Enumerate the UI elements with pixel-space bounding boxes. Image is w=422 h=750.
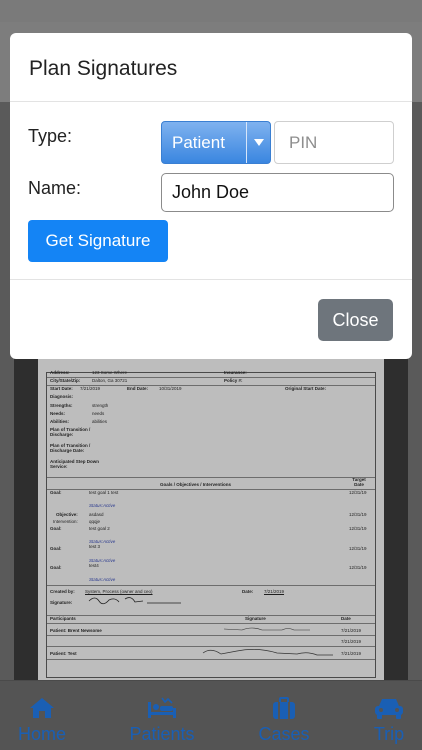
date-header: Date bbox=[341, 616, 351, 621]
patient-bed-icon bbox=[146, 695, 178, 721]
policy-label: Policy #: bbox=[224, 378, 243, 383]
diagnosis-label: Diagnosis: bbox=[50, 394, 74, 399]
goal-text: test goal 1 test bbox=[89, 490, 119, 495]
goal-status: Status:Active bbox=[89, 503, 116, 508]
intervention-text: qqqje bbox=[89, 519, 101, 524]
goal-date: 12/31/19 bbox=[349, 546, 367, 551]
end-date-label: End Date: bbox=[127, 386, 149, 391]
participant-signature-image bbox=[202, 649, 333, 656]
doc-divider bbox=[47, 477, 375, 478]
participant-date: 7/21/2019 bbox=[341, 651, 362, 656]
tab-home-label: Home bbox=[17, 724, 66, 744]
date-value: 7/21/2019 bbox=[264, 589, 285, 594]
type-select-value: Patient bbox=[172, 133, 225, 152]
goal-text: test4 bbox=[89, 563, 99, 568]
abilities-label: Abilities: bbox=[50, 419, 70, 424]
signature-header: Signature bbox=[245, 616, 266, 621]
plan-signatures-modal: Plan Signatures Type: Patient Name: Get … bbox=[10, 33, 412, 359]
strengths-label: Strengths: bbox=[50, 403, 73, 408]
address-value: 123 Some Where bbox=[92, 370, 128, 375]
name-input[interactable] bbox=[161, 173, 394, 212]
goal-label: Goal: bbox=[50, 490, 62, 495]
signature-label: Signature: bbox=[50, 600, 73, 605]
objective-date: 12/31/19 bbox=[349, 512, 367, 517]
participant-name: Patient: Brent Newsome bbox=[50, 628, 102, 633]
objective-text: asdasd bbox=[89, 512, 104, 517]
doc-divider bbox=[47, 635, 375, 636]
goal-date: 12/31/19 bbox=[349, 565, 367, 570]
name-label: Name: bbox=[28, 178, 82, 198]
car-icon bbox=[373, 695, 405, 721]
get-signature-button[interactable]: Get Signature bbox=[28, 220, 168, 262]
tab-cases-label: Cases bbox=[258, 724, 310, 744]
needs-value: needs bbox=[92, 411, 105, 416]
participant-name: Patient: Test bbox=[50, 651, 77, 656]
objective-label: Objective: bbox=[56, 512, 78, 517]
plan-document: Address: 123 Some Where Insurance: City/… bbox=[46, 370, 376, 678]
goal-date: 12/31/19 bbox=[349, 490, 367, 495]
close-button[interactable]: Close bbox=[318, 299, 393, 341]
status-bar bbox=[0, 0, 422, 22]
doc-divider bbox=[47, 659, 375, 660]
tab-cases[interactable]: Cases bbox=[254, 681, 314, 750]
creator-signature-image bbox=[88, 597, 181, 605]
participant-date: 7/21/2019 bbox=[341, 639, 362, 644]
start-date-value: 7/21/2019 bbox=[80, 386, 101, 391]
city-label: City/State/Zip: bbox=[50, 378, 81, 383]
modal-header-divider bbox=[10, 101, 412, 102]
date-label: Date: bbox=[242, 589, 254, 594]
participant-signature-image bbox=[223, 627, 310, 631]
transition-label: Plan of Transition / Discharge: bbox=[50, 427, 91, 437]
goal-date: 12/31/19 bbox=[349, 526, 367, 531]
goal-text: test goal 2 bbox=[89, 526, 110, 531]
participants-header: Participants bbox=[50, 616, 76, 621]
tab-trip-label: Trip bbox=[373, 724, 405, 744]
type-label: Type: bbox=[28, 126, 73, 146]
strengths-value: strength bbox=[92, 403, 109, 408]
target-date-header: Target Date bbox=[352, 477, 366, 487]
goal-label: Goal: bbox=[50, 565, 62, 570]
participant-date: 7/21/2019 bbox=[341, 628, 362, 633]
briefcase-icon bbox=[271, 695, 297, 721]
goal-label: Goal: bbox=[50, 546, 62, 551]
created-by-label: Created by: bbox=[50, 589, 75, 594]
tab-patients[interactable]: Patients bbox=[126, 681, 198, 750]
caret-down-icon bbox=[246, 122, 270, 163]
tab-trip[interactable]: Trip bbox=[366, 681, 412, 750]
tab-home[interactable]: Home bbox=[14, 681, 70, 750]
home-icon bbox=[28, 695, 56, 721]
intervention-label: Intervention: bbox=[53, 519, 78, 524]
goal-status: Status:Active bbox=[89, 577, 116, 582]
doc-divider bbox=[47, 585, 375, 586]
modal-footer-divider bbox=[10, 279, 412, 280]
transition-date-label: Plan of Transition / Discharge Date: bbox=[50, 443, 91, 453]
start-date-label: Start Date: bbox=[50, 386, 73, 391]
needs-label: Needs: bbox=[50, 411, 66, 416]
goals-header: Goals / Objectives / Interventions bbox=[160, 482, 232, 487]
end-date-value: 10/31/2019 bbox=[159, 386, 182, 391]
type-select[interactable]: Patient bbox=[161, 121, 271, 164]
modal-title: Plan Signatures bbox=[29, 57, 178, 80]
original-start-label: Original Start Date: bbox=[285, 386, 327, 391]
insurance-label: Insurance: bbox=[224, 370, 247, 375]
tab-patients-label: Patients bbox=[129, 724, 195, 744]
abilities-value: abilities bbox=[92, 419, 108, 424]
tab-bar: Home Patients Cases Trip bbox=[0, 680, 422, 750]
goal-label: Goal: bbox=[50, 526, 62, 531]
address-label: Address: bbox=[50, 370, 70, 375]
doc-divider bbox=[47, 623, 375, 624]
city-value: Dalton, Ga 30721 bbox=[92, 378, 128, 383]
stepdown-label: Anticipated Step Down Service: bbox=[50, 459, 100, 469]
doc-divider bbox=[47, 615, 375, 616]
goal-text: test 3 bbox=[89, 544, 101, 549]
pin-input[interactable] bbox=[274, 121, 394, 164]
